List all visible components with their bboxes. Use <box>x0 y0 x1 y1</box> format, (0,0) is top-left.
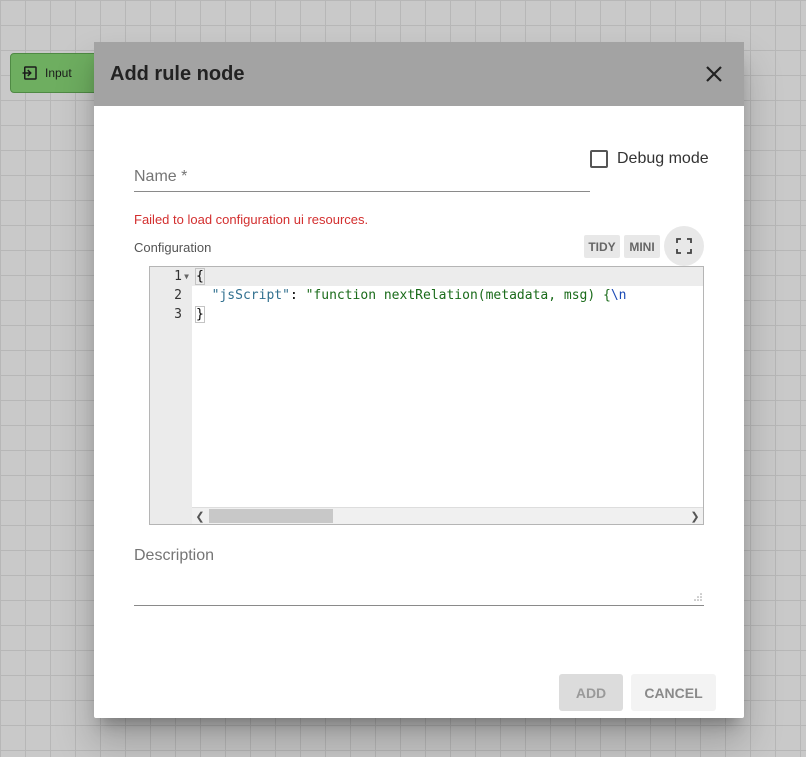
add-button[interactable]: ADD <box>559 674 623 711</box>
tidy-button[interactable]: TIDY <box>584 235 620 258</box>
description-label: Description <box>134 547 215 564</box>
fullscreen-button[interactable] <box>664 226 704 266</box>
configuration-label: Configuration <box>134 240 212 255</box>
add-rule-node-dialog: Add rule node Name * Debug mode Failed t… <box>94 42 744 718</box>
horizontal-scrollbar[interactable]: ❮ ❯ <box>192 507 703 524</box>
mini-button[interactable]: MINI <box>624 235 660 258</box>
open-brace: { <box>195 268 205 285</box>
editor-gutter: 1 ▼ 2 3 <box>150 267 192 524</box>
json-editor[interactable]: 1 ▼ 2 3 { "jsScript": "function nextRelat… <box>149 266 704 525</box>
json-key: "jsScript" <box>211 288 290 303</box>
json-value: "function nextRelation(metadata, msg) { <box>305 288 611 303</box>
debug-mode-label: Debug mode <box>617 150 709 167</box>
close-brace: } <box>195 306 205 323</box>
name-label: Name * <box>134 168 188 185</box>
resize-handle-icon[interactable] <box>694 593 702 601</box>
dialog-title: Add rule node <box>110 62 245 85</box>
code-line: "jsScript": "function nextRelation(metad… <box>211 288 627 303</box>
close-icon <box>706 66 722 82</box>
line-number: 1 ▼ <box>174 267 189 286</box>
code-line: { <box>192 267 703 286</box>
debug-mode-checkbox[interactable] <box>590 150 608 168</box>
code-line: } <box>192 305 703 324</box>
debug-mode-toggle[interactable]: Debug mode <box>590 150 709 168</box>
dialog-header: Add rule node <box>94 42 744 106</box>
line-number: 2 <box>174 288 182 303</box>
rule-node-label: Input <box>45 66 72 80</box>
name-input[interactable]: Name * <box>134 162 590 192</box>
close-button[interactable] <box>694 54 734 94</box>
input-icon <box>22 66 37 80</box>
editor-code[interactable]: { "jsScript": "function nextRelation(met… <box>192 267 703 324</box>
scroll-right-icon[interactable]: ❯ <box>687 508 703 524</box>
line-number: 3 <box>174 307 182 322</box>
scrollbar-thumb[interactable] <box>209 509 333 523</box>
fold-arrow-icon[interactable]: ▼ <box>184 267 189 286</box>
cancel-button[interactable]: CANCEL <box>631 674 716 711</box>
fullscreen-icon <box>676 238 692 254</box>
description-textarea[interactable]: Description <box>134 535 704 606</box>
json-escape: \n <box>610 288 627 303</box>
scroll-left-icon[interactable]: ❮ <box>192 508 208 524</box>
error-message: Failed to load configuration ui resource… <box>134 212 369 227</box>
